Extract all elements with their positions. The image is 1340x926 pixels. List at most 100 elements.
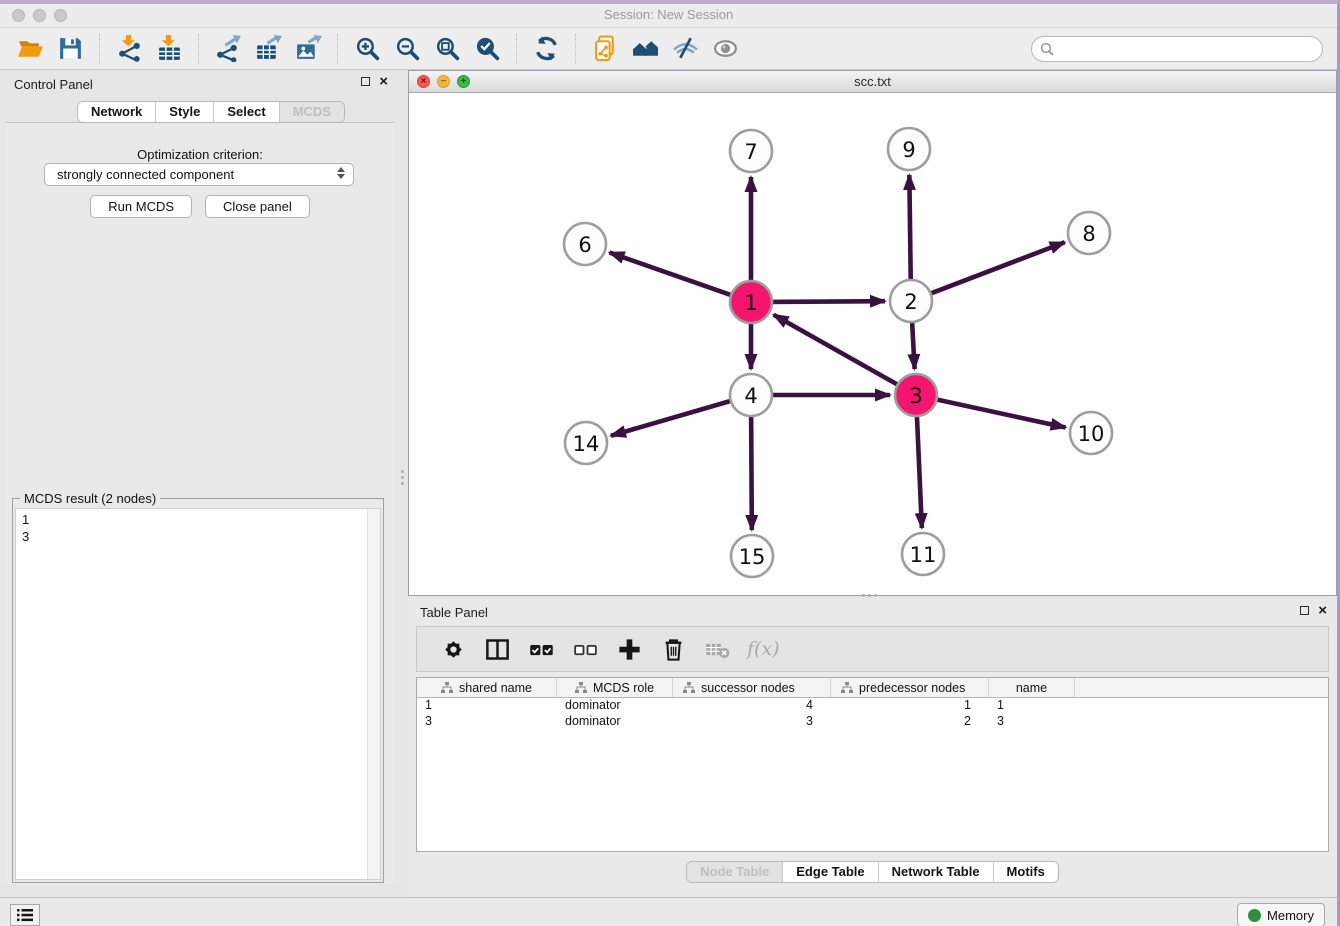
graph-node-label: 4 <box>744 384 757 408</box>
deselect-all-checks-icon[interactable] <box>570 634 600 664</box>
column-header-predecessor-nodes[interactable]: predecessor nodes <box>831 678 989 697</box>
export-image-icon[interactable] <box>293 34 323 64</box>
table-cell: 2 <box>831 714 989 730</box>
control-panel: Control Panel × Network Style Select MCD… <box>0 70 400 884</box>
table-panel: Table Panel × f(x) shared name MCDS role… <box>408 599 1337 897</box>
network-window-titlebar[interactable]: × − + scc.txt <box>409 71 1336 93</box>
eye-slash-icon[interactable] <box>670 34 700 64</box>
column-type-icon <box>841 682 853 694</box>
tab-select[interactable]: Select <box>214 102 279 122</box>
table-cell: 1 <box>417 698 557 714</box>
graph-edge-2-8[interactable] <box>927 242 1065 295</box>
graph-edge-2-3[interactable] <box>912 318 915 369</box>
mcds-result-text: 1 3 <box>22 511 29 545</box>
graph-edge-4-14[interactable] <box>611 400 735 436</box>
tab-network[interactable]: Network <box>78 102 156 122</box>
float-panel-icon[interactable] <box>361 77 370 86</box>
criterion-dropdown[interactable]: strongly connected component <box>44 163 354 186</box>
column-header-mcds-role[interactable]: MCDS role <box>557 678 673 697</box>
open-session-icon[interactable] <box>15 34 45 64</box>
search-input[interactable] <box>1059 39 1322 59</box>
settings-gear-icon[interactable] <box>438 634 468 664</box>
clone-network-icon[interactable] <box>590 34 620 64</box>
show-details-eye-icon[interactable] <box>710 34 740 64</box>
export-table-icon[interactable] <box>253 34 283 64</box>
optimization-criterion-label: Optimization criterion: <box>6 147 394 162</box>
table-row[interactable]: 1dominator411 <box>417 698 1328 714</box>
export-network-icon[interactable] <box>213 34 243 64</box>
graph-edge-3-1[interactable] <box>774 315 902 387</box>
tab-node-table[interactable]: Node Table <box>687 862 783 882</box>
graph-edge-2-9[interactable] <box>909 175 910 284</box>
delete-table-icon[interactable] <box>702 634 732 664</box>
table-panel-tabs: Node Table Edge Table Network Table Moti… <box>686 861 1059 883</box>
graph-edge-1-2[interactable] <box>768 301 885 302</box>
refresh-view-icon[interactable] <box>531 34 561 64</box>
control-panel-header: Control Panel × <box>0 70 400 98</box>
select-all-checks-icon[interactable] <box>526 634 556 664</box>
graph-svg: 7968124314101511 <box>409 93 1336 595</box>
criterion-dropdown-value: strongly connected component <box>57 167 234 182</box>
table-cell: 1 <box>989 698 1075 714</box>
result-scrollbar[interactable] <box>367 509 380 879</box>
tab-style[interactable]: Style <box>156 102 214 122</box>
close-panel-button[interactable]: Close panel <box>205 195 310 218</box>
tab-network-table[interactable]: Network Table <box>879 862 994 882</box>
mcds-result-area[interactable]: 1 3 <box>15 508 381 880</box>
run-mcds-button[interactable]: Run MCDS <box>90 195 192 218</box>
tab-edge-table[interactable]: Edge Table <box>783 862 878 882</box>
table-cell: 4 <box>673 698 831 714</box>
graph-edge-3-10[interactable] <box>933 399 1066 428</box>
graph-edge-3-11[interactable] <box>917 412 922 528</box>
toolbar-separator <box>575 34 576 64</box>
column-type-icon <box>575 682 587 694</box>
zoom-fit-icon[interactable] <box>432 34 462 64</box>
zoom-in-icon[interactable] <box>352 34 382 64</box>
float-table-panel-icon[interactable] <box>1300 606 1309 615</box>
zoom-out-icon[interactable] <box>392 34 422 64</box>
split-columns-icon[interactable] <box>482 634 512 664</box>
import-network-icon[interactable] <box>114 34 144 64</box>
mcds-result-title: MCDS result (2 nodes) <box>20 491 160 506</box>
function-builder-icon[interactable]: f(x) <box>747 638 780 660</box>
control-panel-title: Control Panel <box>14 77 93 92</box>
network-canvas[interactable]: 7968124314101511 <box>409 93 1336 595</box>
dropdown-stepper-icon <box>337 167 345 179</box>
tab-mcds[interactable]: MCDS <box>280 102 344 122</box>
zoom-selected-icon[interactable] <box>472 34 502 64</box>
tab-motifs[interactable]: Motifs <box>994 862 1058 882</box>
delete-column-icon[interactable] <box>658 634 688 664</box>
task-history-button[interactable] <box>10 904 40 926</box>
graph-node-label: 1 <box>744 291 757 315</box>
application-window: Session: New Session Control Panel <box>0 0 1340 926</box>
save-session-icon[interactable] <box>55 34 85 64</box>
search-field[interactable] <box>1031 36 1323 62</box>
mcds-result-box: MCDS result (2 nodes) 1 3 <box>12 498 384 883</box>
panel-divider-handle[interactable] <box>399 466 405 488</box>
graph-edge-4-15[interactable] <box>751 412 752 530</box>
table-cell: 3 <box>417 714 557 730</box>
toolbar-separator <box>516 34 517 64</box>
close-table-panel-icon[interactable]: × <box>1318 605 1327 616</box>
home-layout-icon[interactable] <box>630 34 660 64</box>
main-toolbar <box>0 28 1337 70</box>
column-header-name[interactable]: name <box>989 678 1075 697</box>
memory-button[interactable]: Memory <box>1237 903 1325 926</box>
network-resize-handle[interactable] <box>858 592 880 598</box>
window-titlebar: Session: New Session <box>0 4 1337 28</box>
search-icon <box>1040 42 1054 56</box>
node-table-rows: 1dominator4113dominator323 <box>417 698 1328 730</box>
import-table-icon[interactable] <box>154 34 184 64</box>
column-header-filler <box>1075 678 1328 697</box>
column-type-icon <box>683 682 695 694</box>
close-panel-icon[interactable]: × <box>379 76 388 87</box>
network-window-title: scc.txt <box>409 74 1336 89</box>
add-column-icon[interactable] <box>614 634 644 664</box>
table-row[interactable]: 3dominator323 <box>417 714 1328 730</box>
graph-edge-1-6[interactable] <box>610 253 735 297</box>
table-cell: 3 <box>673 714 831 730</box>
column-header-shared-name[interactable]: shared name <box>417 678 557 697</box>
network-view-window: × − + scc.txt 7968124314101511 <box>408 70 1337 596</box>
column-header-successor-nodes[interactable]: successor nodes <box>673 678 831 697</box>
toolbar-separator <box>337 34 338 64</box>
